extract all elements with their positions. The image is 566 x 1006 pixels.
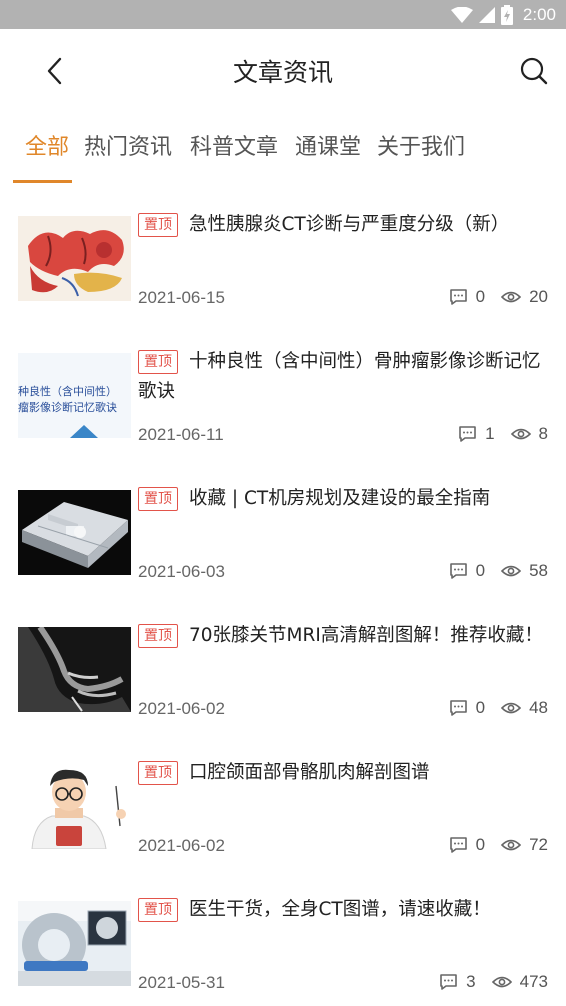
- article-thumbnail: 种良性（含中间性） 瘤影像诊断记忆歌诀: [18, 353, 131, 438]
- pinned-badge: 置顶: [138, 761, 178, 785]
- comment-icon: [449, 836, 468, 854]
- article-title: 急性胰腺炎CT诊断与严重度分级（新）: [189, 214, 510, 235]
- article-title-continued: 歌诀: [138, 381, 176, 402]
- comment-icon: [449, 288, 468, 306]
- eye-icon: [491, 975, 512, 989]
- search-button[interactable]: [516, 53, 552, 89]
- tab-about-us[interactable]: 关于我们: [377, 129, 465, 161]
- category-tabs: 全部 热门资讯 科普文章 通课堂 关于我们: [0, 113, 566, 185]
- thumbnail-caption-2: 瘤影像诊断记忆歌诀: [18, 400, 117, 414]
- article-thumbnail: [18, 490, 131, 575]
- comment-icon: [439, 973, 458, 991]
- article-thumbnail: [18, 627, 131, 712]
- app-bar: 文章资讯: [0, 29, 566, 113]
- comment-count: 0: [475, 835, 486, 854]
- view-count: 48: [529, 698, 548, 717]
- article-date: 2021-06-02: [138, 836, 225, 855]
- article-date: 2021-06-02: [138, 699, 225, 718]
- tab-hot-news[interactable]: 热门资讯: [84, 129, 172, 161]
- article-thumbnail: [18, 216, 131, 301]
- article-item[interactable]: 置顶 急性胰腺炎CT诊断与严重度分级（新） 2021-06-15 0 20: [0, 185, 566, 322]
- view-count: 58: [529, 561, 548, 580]
- tab-all[interactable]: 全部: [25, 129, 69, 161]
- article-stats: 0 58: [449, 561, 548, 581]
- eye-icon: [501, 290, 522, 304]
- view-count: 8: [538, 424, 548, 443]
- status-bar: 2:00: [0, 0, 566, 29]
- eye-icon: [501, 701, 522, 715]
- pinned-badge: 置顶: [138, 350, 178, 374]
- article-title: 口腔颌面部骨骼肌肉解剖图谱: [189, 762, 430, 783]
- wifi-icon: [450, 7, 473, 23]
- article-stats: 1 8: [458, 424, 548, 444]
- article-item[interactable]: 置顶 口腔颌面部骨骼肌肉解剖图谱 2021-06-02 0 72: [0, 733, 566, 870]
- article-stats: 0 72: [449, 835, 548, 855]
- pinned-badge: 置顶: [138, 898, 178, 922]
- view-count: 473: [519, 972, 548, 991]
- search-icon: [520, 57, 548, 85]
- article-date: 2021-06-15: [138, 288, 225, 307]
- article-date: 2021-06-03: [138, 562, 225, 581]
- eye-icon: [510, 427, 531, 441]
- view-count: 20: [529, 287, 548, 306]
- article-title: 收藏 | CT机房规划及建设的最全指南: [189, 488, 491, 509]
- view-count: 72: [529, 835, 548, 854]
- article-title: 70张膝关节MRI高清解剖图解！推荐收藏！: [189, 625, 543, 646]
- article-title: 十种良性（含中间性）骨肿瘤影像诊断记忆: [189, 351, 541, 372]
- pinned-badge: 置顶: [138, 213, 178, 237]
- eye-icon: [501, 838, 522, 852]
- page-title: 文章资讯: [232, 58, 333, 87]
- article-stats: 0 48: [449, 698, 548, 718]
- cell-signal-icon: [478, 7, 495, 23]
- article-date: 2021-05-31: [138, 973, 225, 992]
- comment-icon: [449, 562, 468, 580]
- article-stats: 0 20: [449, 287, 548, 307]
- tab-classroom[interactable]: 通课堂: [295, 129, 361, 161]
- article-stats: 3 473: [439, 972, 548, 992]
- comment-count: 0: [475, 698, 486, 717]
- tab-indicator: [13, 180, 72, 183]
- article-item[interactable]: 置顶 收藏 | CT机房规划及建设的最全指南 2021-06-03 0 58: [0, 459, 566, 596]
- tab-science-articles[interactable]: 科普文章: [190, 129, 278, 161]
- article-item[interactable]: 置顶 医生干货，全身CT图谱，请速收藏！ 2021-05-31 3 473: [0, 870, 566, 1006]
- comment-count: 1: [485, 424, 495, 443]
- article-title: 医生干货，全身CT图谱，请速收藏！: [189, 899, 491, 920]
- pinned-badge: 置顶: [138, 487, 178, 511]
- article-thumbnail: [18, 764, 131, 849]
- battery-icon: [500, 5, 513, 25]
- pinned-badge: 置顶: [138, 624, 178, 648]
- comment-count: 0: [475, 561, 486, 580]
- comment-icon: [449, 699, 468, 717]
- status-time: 2:00: [522, 5, 556, 24]
- article-date: 2021-06-11: [138, 425, 224, 444]
- comment-count: 0: [475, 287, 486, 306]
- thumbnail-caption-1: 种良性（含中间性）: [18, 384, 117, 398]
- article-item[interactable]: 种良性（含中间性） 瘤影像诊断记忆歌诀 置顶 十种良性（含中间性）骨肿瘤影像诊断…: [0, 322, 566, 459]
- eye-icon: [501, 564, 522, 578]
- comment-icon: [458, 425, 477, 443]
- article-thumbnail: [18, 901, 131, 986]
- comment-count: 3: [466, 972, 476, 991]
- article-item[interactable]: 置顶 70张膝关节MRI高清解剖图解！推荐收藏！ 2021-06-02 0 48: [0, 596, 566, 733]
